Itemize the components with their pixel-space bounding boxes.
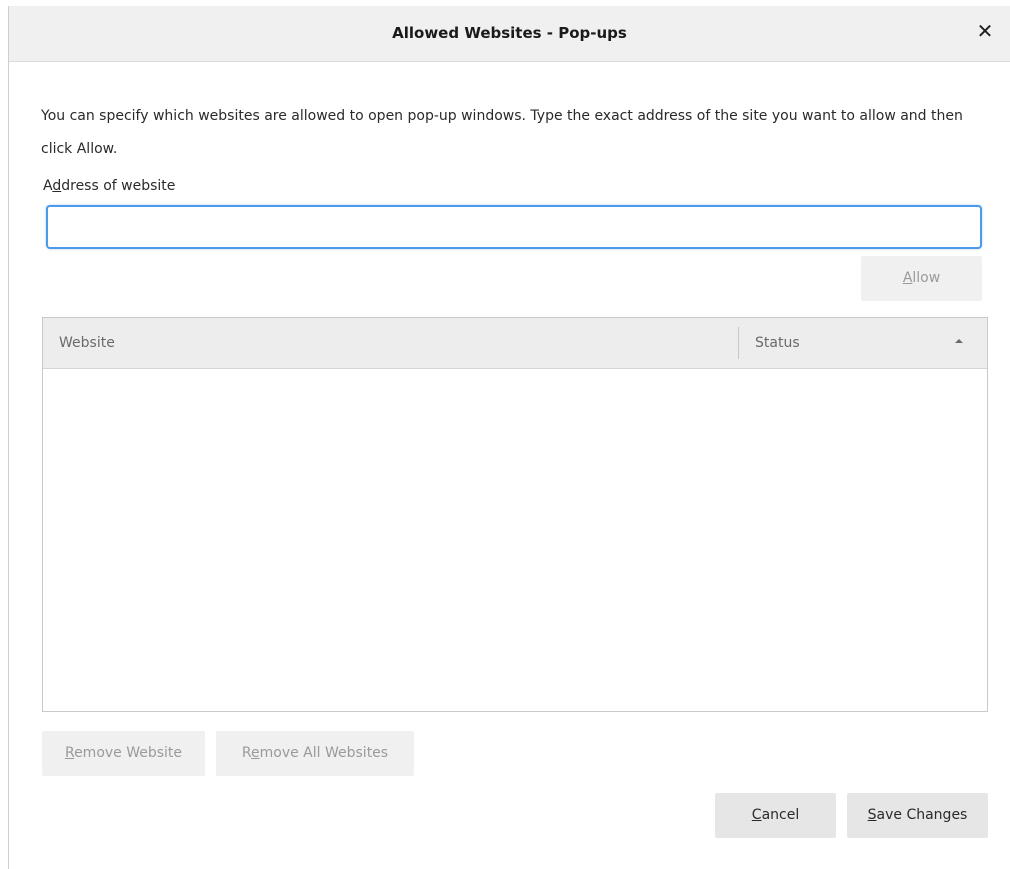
remove-website-button[interactable]: Remove Website [42, 731, 205, 776]
column-header-website[interactable]: Website [59, 335, 115, 351]
cancel-label: Cancel [751, 807, 800, 823]
column-header-status[interactable]: Status [755, 335, 800, 351]
table-body [43, 369, 987, 711]
save-changes-button[interactable]: Save Changes [847, 793, 988, 838]
remove-all-websites-label: Remove All Websites [241, 745, 389, 761]
remove-all-websites-button[interactable]: Remove All Websites [216, 731, 414, 776]
cancel-button[interactable]: Cancel [715, 793, 836, 838]
address-input[interactable] [46, 205, 982, 249]
dialog-title: Allowed Websites - Pop-ups [392, 24, 627, 42]
sort-ascending-icon[interactable] [953, 335, 965, 347]
dialog-description: You can specify which websites are allow… [41, 108, 963, 157]
allowed-websites-dialog: Allowed Websites - Pop-ups ✕ You can spe… [8, 6, 1010, 869]
table-header: Website Status [43, 318, 987, 369]
column-divider[interactable] [738, 327, 739, 359]
dialog-titlebar: Allowed Websites - Pop-ups ✕ [9, 6, 1010, 62]
save-changes-label: Save Changes [867, 807, 968, 823]
remove-website-label: Remove Website [64, 745, 183, 761]
allow-button[interactable]: Allow [861, 256, 982, 301]
close-icon[interactable]: ✕ [974, 20, 996, 42]
address-label: Address of website [43, 178, 176, 194]
websites-table: Website Status [42, 317, 988, 712]
allow-button-label: Allow [902, 270, 941, 286]
